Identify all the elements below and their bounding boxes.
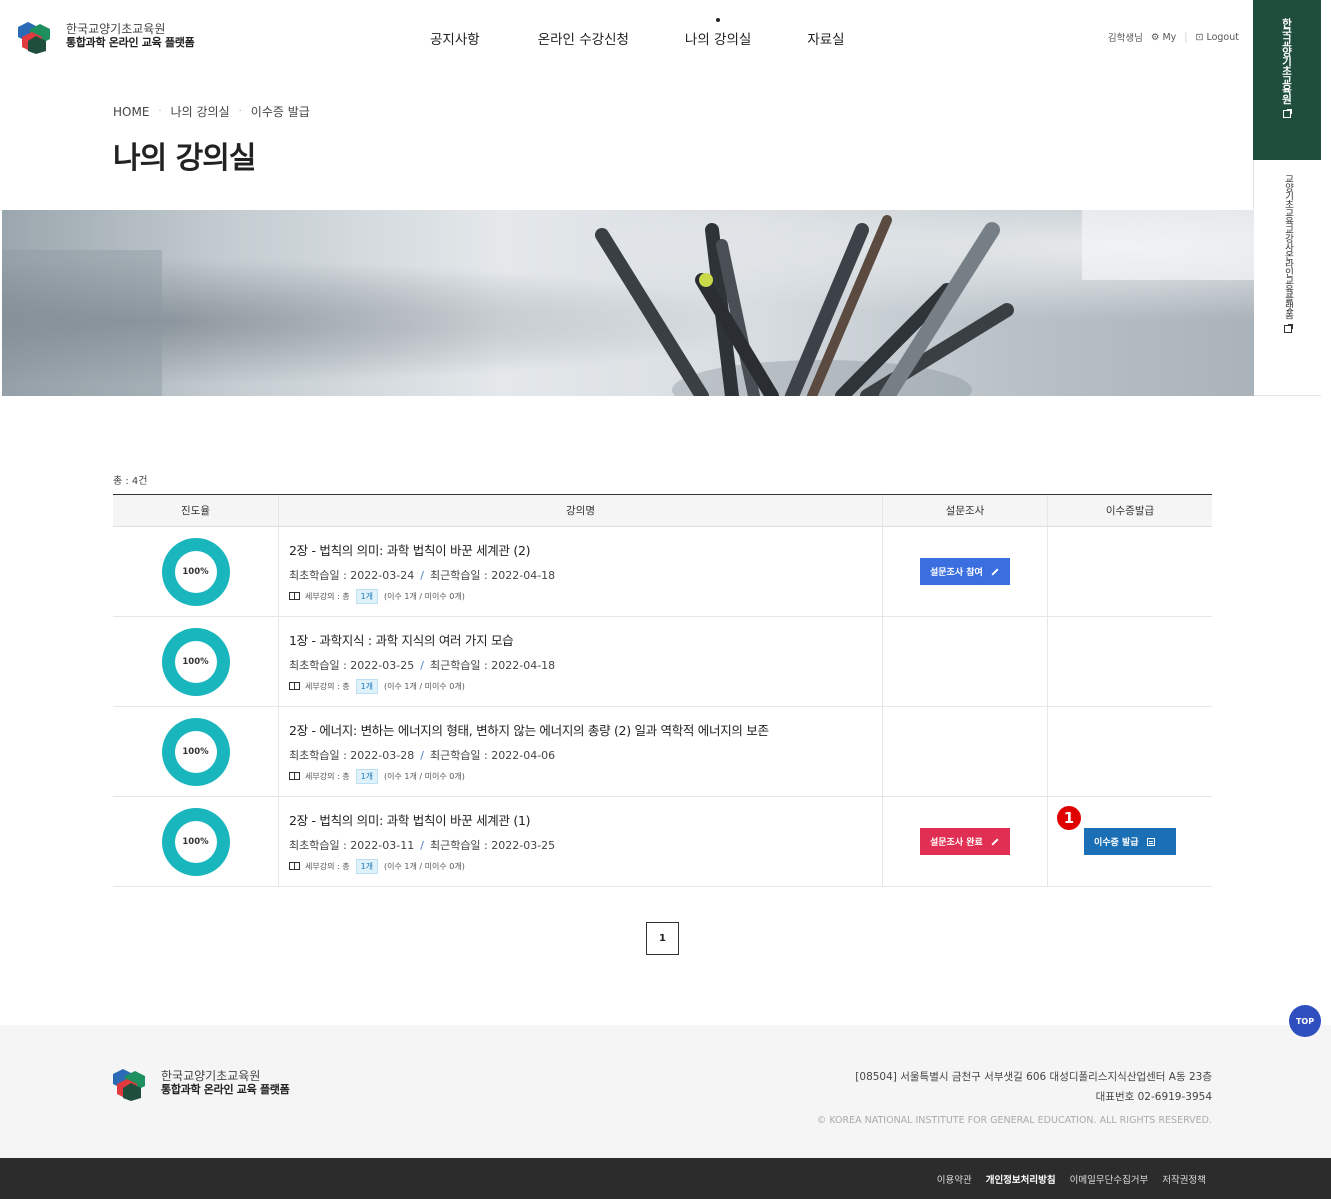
user-utility: 김학생님 ⚙ My | ⊡ Logout	[1107, 30, 1239, 45]
hero-banner-image	[2, 210, 1254, 396]
table-row: 100% 2장 - 에너지: 변하는 에너지의 형태, 변하지 않는 에너지의 …	[113, 707, 1212, 797]
breadcrumb-current: 이수증 발급	[250, 105, 310, 119]
nav-resources[interactable]: 자료실	[807, 28, 844, 48]
site-footer: 한국교양기초교육원 통합과학 온라인 교육 플랫폼 [08504] 서울특별시 …	[0, 1025, 1331, 1158]
breadcrumb-separator: ·	[158, 106, 162, 117]
course-meta: 세부강의 : 총 1개 (이수 1개 / 미이수 0개)	[289, 768, 465, 784]
course-dates: 최초학습일 : 2022-03-25/최근학습일 : 2022-04-18	[289, 658, 556, 672]
progress-donut: 100%	[161, 537, 230, 606]
book-icon	[289, 682, 300, 690]
footer-address: [08504] 서울특별시 금천구 서부샛길 606 대성디폴리스지식산업센터 …	[855, 1071, 1212, 1083]
header-survey: 설문조사	[882, 495, 1047, 526]
side-banner-platform-label: 교양기초교육교강사온라인교육플랫폼	[1282, 174, 1294, 319]
logout-icon: ⊡	[1195, 31, 1204, 43]
header-certificate: 이수증발급	[1047, 495, 1212, 526]
email-refusal-link[interactable]: 이메일무단수집거부	[1070, 1172, 1149, 1186]
pagination-page[interactable]: 1	[646, 922, 679, 955]
document-icon	[1146, 837, 1155, 846]
logo-subtitle: 통합과학 온라인 교육 플랫폼	[66, 36, 195, 49]
breadcrumb-classroom[interactable]: 나의 강의실	[171, 103, 230, 120]
logo-title: 한국교양기초교육원	[66, 22, 166, 36]
annotation-marker: 1	[1057, 806, 1081, 830]
breadcrumb: HOME · 나의 강의실 · 이수증 발급	[113, 103, 310, 120]
progress-value: 100%	[174, 820, 217, 863]
table-header: 진도율 강의명 설문조사 이수증발급	[113, 495, 1212, 527]
gear-icon: ⚙	[1150, 31, 1160, 43]
side-banner-platform[interactable]: 교양기초교육교강사온라인교육플랫폼	[1253, 160, 1321, 396]
footer-logo-subtitle: 통합과학 온라인 교육 플랫폼	[161, 1083, 290, 1096]
course-meta: 세부강의 : 총 1개 (이수 1개 / 미이수 0개)	[289, 858, 465, 874]
certificate-issue-button[interactable]: 이수증 발급	[1084, 828, 1176, 855]
logout-link[interactable]: ⊡ Logout	[1195, 32, 1239, 43]
course-meta: 세부강의 : 총 1개 (이수 1개 / 미이수 0개)	[289, 588, 465, 604]
privacy-link[interactable]: 개인정보처리방침	[986, 1172, 1056, 1186]
header-course: 강의명	[278, 495, 882, 526]
page-title: 나의 강의실	[113, 141, 256, 176]
table-row: 100% 2장 - 법칙의 의미: 과학 법칙이 바꾼 세계관 (1) 최초학습…	[113, 797, 1212, 887]
nav-notice[interactable]: 공지사항	[430, 28, 480, 48]
site-logo[interactable]: 한국교양기초교육원 통합과학 온라인 교육 플랫폼	[18, 18, 195, 54]
progress-donut: 100%	[161, 717, 230, 786]
footer-logo: 한국교양기초교육원 통합과학 온라인 교육 플랫폼	[113, 1065, 290, 1101]
total-count: 총 : 4건	[113, 476, 148, 487]
my-link[interactable]: ⚙ My	[1151, 32, 1176, 43]
progress-value: 100%	[174, 730, 217, 773]
logo-mark-icon	[113, 1069, 145, 1101]
nav-my-classroom[interactable]: 나의 강의실	[685, 28, 751, 48]
pencil-icon	[991, 567, 999, 576]
progress-value: 100%	[174, 640, 217, 683]
survey-join-button[interactable]: 설문조사 참여	[920, 558, 1010, 585]
pencil-icon	[991, 837, 999, 846]
breadcrumb-separator: ·	[238, 106, 242, 117]
nav-enroll[interactable]: 온라인 수강신청	[538, 28, 629, 48]
header-progress: 진도율	[181, 505, 210, 517]
progress-donut: 100%	[161, 627, 230, 696]
breadcrumb-home[interactable]: HOME	[113, 105, 149, 119]
progress-donut: 100%	[161, 807, 230, 876]
user-name: 김학생님	[1107, 33, 1143, 44]
external-link-icon	[1283, 323, 1293, 333]
logo-mark-icon	[18, 22, 50, 54]
book-icon	[289, 772, 300, 780]
survey-done-button[interactable]: 설문조사 완료	[920, 828, 1010, 855]
course-dates: 최초학습일 : 2022-03-28/최근학습일 : 2022-04-06	[289, 748, 556, 762]
footer-phone: 대표번호 02-6919-3954	[1095, 1091, 1212, 1103]
external-link-icon	[1283, 108, 1292, 118]
course-meta: 세부강의 : 총 1개 (이수 1개 / 미이수 0개)	[289, 678, 465, 694]
terms-link[interactable]: 이용약관	[937, 1172, 972, 1186]
table-row: 100% 1장 - 과학지식 : 과학 지식의 여러 가지 모습 최초학습일 :…	[113, 617, 1212, 707]
course-dates: 최초학습일 : 2022-03-11/최근학습일 : 2022-03-25	[289, 838, 556, 852]
book-icon	[289, 862, 300, 870]
footer-link-bar: 이용약관 개인정보처리방침 이메일무단수집거부 저작권정책	[0, 1158, 1331, 1199]
progress-value: 100%	[174, 550, 217, 593]
side-banner-institute-label: 한국교양기초교육원	[1280, 18, 1293, 104]
pencils-illustration	[2, 210, 1254, 396]
copyright-policy-link[interactable]: 저작권정책	[1162, 1172, 1206, 1186]
main-nav: 공지사항 온라인 수강신청 나의 강의실 자료실	[430, 28, 845, 48]
course-title[interactable]: 2장 - 법칙의 의미: 과학 법칙이 바꾼 세계관 (1)	[289, 810, 530, 829]
course-title[interactable]: 2장 - 에너지: 변하는 에너지의 형태, 변하지 않는 에너지의 총량 (2…	[289, 720, 769, 739]
course-title[interactable]: 2장 - 법칙의 의미: 과학 법칙이 바꾼 세계관 (2)	[289, 540, 530, 559]
footer-logo-title: 한국교양기초교육원	[161, 1069, 261, 1083]
course-dates: 최초학습일 : 2022-03-24/최근학습일 : 2022-04-18	[289, 568, 556, 582]
footer-address-block: [08504] 서울특별시 금천구 서부샛길 606 대성디폴리스지식산업센터 …	[855, 1067, 1212, 1107]
side-banner-institute[interactable]: 한국교양기초교육원	[1253, 0, 1321, 160]
footer-copyright: © KOREA NATIONAL INSTITUTE FOR GENERAL E…	[816, 1115, 1212, 1126]
table-row: 100% 2장 - 법칙의 의미: 과학 법칙이 바꾼 세계관 (2) 최초학습…	[113, 527, 1212, 617]
scroll-top-button[interactable]: TOP	[1289, 1005, 1321, 1037]
book-icon	[289, 592, 300, 600]
divider: |	[1184, 31, 1188, 43]
course-table: 진도율 강의명 설문조사 이수증발급 100% 2장 - 법칙의 의미: 과학 …	[113, 494, 1212, 887]
site-header: 한국교양기초교육원 통합과학 온라인 교육 플랫폼 공지사항 온라인 수강신청 …	[0, 0, 1253, 76]
course-title[interactable]: 1장 - 과학지식 : 과학 지식의 여러 가지 모습	[289, 630, 514, 649]
